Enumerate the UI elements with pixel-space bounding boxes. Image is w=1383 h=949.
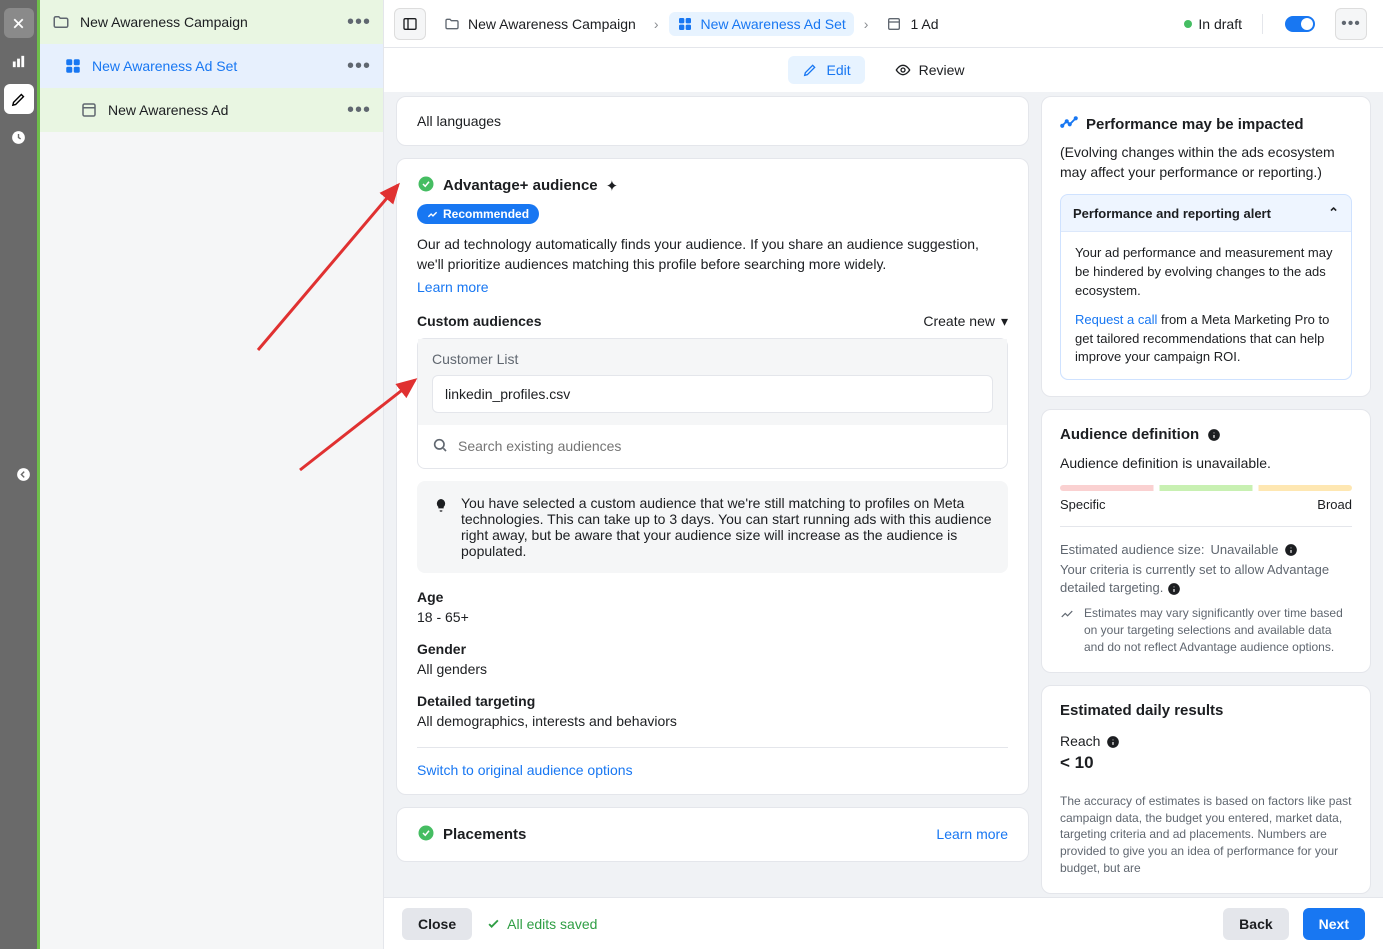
- footer: Close All edits saved Back Next: [384, 897, 1383, 949]
- tree-ad[interactable]: New Awareness Ad •••: [40, 88, 383, 132]
- sparkle-icon: ✦: [606, 177, 619, 195]
- audience-info: You have selected a custom audience that…: [417, 481, 1008, 573]
- est-size-label: Estimated audience size:: [1060, 542, 1205, 557]
- trend-icon: [1060, 607, 1074, 624]
- center-pane: All languages Advantage+ audience ✦ Reco…: [396, 92, 1029, 897]
- tiles-icon: [64, 57, 82, 75]
- audience-definition-card: Audience definition Audience definition …: [1041, 409, 1371, 672]
- left-rail: [0, 0, 40, 949]
- alert-toggle[interactable]: Performance and reporting alert ⌃: [1061, 195, 1351, 232]
- check-icon: [417, 824, 435, 845]
- audience-card: Advantage+ audience ✦ Recommended Our ad…: [396, 158, 1029, 795]
- performance-card: Performance may be impacted (Evolving ch…: [1041, 96, 1371, 397]
- chevron-right-icon: ›: [864, 16, 869, 32]
- gender-value: All genders: [417, 661, 1008, 677]
- daily-results-card: Estimated daily results Reach < 10 The a…: [1041, 685, 1371, 894]
- panel-toggle-icon[interactable]: [394, 8, 426, 40]
- tree-campaign[interactable]: New Awareness Campaign •••: [40, 0, 383, 44]
- tree-adset[interactable]: New Awareness Ad Set •••: [40, 44, 383, 88]
- audience-search[interactable]: [418, 425, 1007, 468]
- tabs: Edit Review: [384, 48, 1383, 92]
- audience-desc: Our ad technology automatically finds yo…: [417, 234, 1008, 275]
- placements-learn-link[interactable]: Learn more: [936, 826, 1008, 842]
- main: New Awareness Campaign › New Awareness A…: [384, 0, 1383, 949]
- tree-ad-label: New Awareness Ad: [108, 102, 228, 118]
- tree-adset-label: New Awareness Ad Set: [92, 58, 237, 74]
- est-size-value: Unavailable: [1211, 542, 1279, 557]
- placements-title: Placements: [443, 826, 526, 843]
- topbar: New Awareness Campaign › New Awareness A…: [384, 0, 1383, 48]
- chevron-up-icon: ⌃: [1328, 205, 1339, 221]
- bar-specific: Specific: [1060, 497, 1106, 512]
- info-icon[interactable]: [1284, 541, 1298, 557]
- languages-value: All languages: [417, 113, 1008, 129]
- pencil-icon[interactable]: [4, 84, 34, 114]
- tree-campaign-label: New Awareness Campaign: [80, 14, 248, 30]
- save-status: All edits saved: [486, 916, 597, 932]
- create-new-dropdown[interactable]: Create new ▾: [923, 313, 1008, 330]
- info-icon[interactable]: [1106, 733, 1120, 749]
- audience-title: Advantage+ audience: [443, 177, 598, 194]
- info-icon[interactable]: [1207, 426, 1221, 443]
- criteria-note: Your criteria is currently set to allow …: [1060, 562, 1329, 595]
- close-icon[interactable]: [4, 8, 34, 38]
- dt-value: All demographics, interests and behavior…: [417, 713, 1008, 729]
- close-button[interactable]: Close: [402, 908, 472, 940]
- recommended-badge: Recommended: [417, 204, 539, 224]
- breadcrumb-campaign[interactable]: New Awareness Campaign: [436, 12, 644, 36]
- performance-sub: (Evolving changes within the ads ecosyst…: [1060, 143, 1352, 182]
- gender-label: Gender: [417, 641, 1008, 657]
- switch-audience-link[interactable]: Switch to original audience options: [417, 762, 633, 778]
- learn-more-link[interactable]: Learn more: [417, 279, 489, 295]
- more-icon[interactable]: •••: [1335, 8, 1367, 40]
- next-button[interactable]: Next: [1303, 908, 1365, 940]
- search-icon: [432, 437, 448, 456]
- check-icon: [417, 175, 435, 196]
- languages-card: All languages: [396, 96, 1029, 146]
- lightbulb-icon: [433, 497, 449, 559]
- tab-edit[interactable]: Edit: [788, 56, 864, 84]
- caret-down-icon: ▾: [1001, 313, 1008, 330]
- custom-audiences-label: Custom audiences: [417, 313, 541, 329]
- info-icon[interactable]: [1167, 580, 1181, 595]
- status-draft: In draft: [1184, 16, 1242, 32]
- age-label: Age: [417, 589, 1008, 605]
- clock-icon[interactable]: [4, 122, 34, 152]
- customer-list-label: Customer List: [432, 351, 993, 367]
- age-value: 18 - 65+: [417, 609, 1008, 625]
- est-note: Estimates may vary significantly over ti…: [1084, 605, 1352, 655]
- campaign-toggle[interactable]: [1285, 16, 1315, 32]
- dt-label: Detailed targeting: [417, 693, 1008, 709]
- audience-bar: [1060, 485, 1352, 491]
- right-pane: Performance may be impacted (Evolving ch…: [1041, 92, 1371, 897]
- ad-icon: [80, 101, 98, 119]
- performance-alert: Performance and reporting alert ⌃ Your a…: [1060, 194, 1352, 380]
- back-button[interactable]: Back: [1223, 908, 1288, 940]
- tab-review[interactable]: Review: [881, 56, 979, 84]
- chevron-left-icon[interactable]: [8, 459, 38, 489]
- reach-label: Reach: [1060, 733, 1100, 749]
- status-dot-icon: [1184, 20, 1192, 28]
- performance-icon: [1060, 113, 1078, 135]
- audience-def-unavailable: Audience definition is unavailable.: [1060, 455, 1352, 471]
- bar-broad: Broad: [1317, 497, 1352, 512]
- audience-search-input[interactable]: [458, 438, 993, 454]
- reach-value: < 10: [1060, 753, 1352, 773]
- breadcrumb-adset[interactable]: New Awareness Ad Set: [669, 12, 854, 36]
- daily-disclaimer: The accuracy of estimates is based on fa…: [1060, 793, 1352, 877]
- chart-icon[interactable]: [4, 46, 34, 76]
- placements-card: Placements Learn more: [396, 807, 1029, 862]
- nav-tree: New Awareness Campaign ••• New Awareness…: [40, 0, 384, 949]
- audience-chip[interactable]: linkedin_profiles.csv: [432, 375, 993, 413]
- audience-box: Customer List linkedin_profiles.csv: [417, 338, 1008, 469]
- breadcrumb-ad[interactable]: 1 Ad: [878, 12, 946, 36]
- alert-body-1: Your ad performance and measurement may …: [1075, 244, 1337, 301]
- folder-icon: [52, 13, 70, 31]
- chevron-right-icon: ›: [654, 16, 659, 32]
- request-call-link[interactable]: Request a call: [1075, 312, 1157, 327]
